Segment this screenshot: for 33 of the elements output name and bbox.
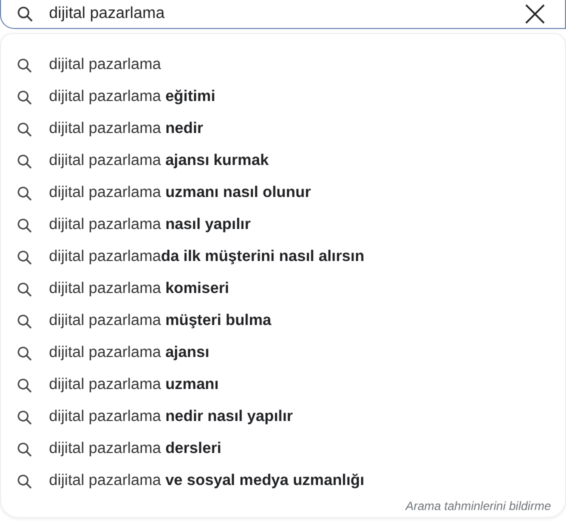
suggestion-item[interactable]: dijital pazarlama komiseri [1,273,565,305]
search-icon [17,58,32,72]
suggestion-item[interactable]: dijital pazarlama ve sosyal medya uzmanlığı [1,465,565,497]
search-icon [17,442,32,456]
search-icon [17,154,32,168]
report-link[interactable]: Arama tahminlerini bildirme [406,499,551,513]
search-icon [17,474,32,488]
close-icon[interactable] [525,4,545,24]
search-icon [17,218,32,232]
suggestion-item[interactable]: dijital pazarlama eğitimi [1,81,565,113]
suggestion-item[interactable]: dijital pazarlama uzmanı nasıl olunur [1,177,565,209]
suggestion-item[interactable]: dijital pazarlama ajansı [1,337,565,369]
suggestion-item[interactable]: dijital pazarlama müşteri bulma [1,305,565,337]
search-icon [17,250,32,264]
search-icon [17,186,32,200]
search-icon [17,346,32,360]
search-icon [17,90,32,104]
search-icon [17,314,32,328]
suggestion-item[interactable]: dijital pazarlama nasıl yapılır [1,209,565,241]
suggestion-item[interactable]: dijital pazarlama dersleri [1,433,565,465]
suggestion-item[interactable]: dijital pazarlama nedir nasıl yapılır [1,401,565,433]
search-icon [17,122,32,136]
search-input[interactable]: dijital pazarlama [49,5,517,23]
search-field[interactable]: dijital pazarlama [0,0,566,29]
search-icon [17,378,32,392]
search-icon [17,282,32,296]
suggestion-item[interactable]: dijital pazarlamada ilk müşterini nasıl alırsın [1,241,565,273]
suggestion-item[interactable]: dijital pazarlama nedir [1,113,565,145]
search-icon [17,6,33,22]
suggestion-item[interactable]: dijital pazarlama [1,49,565,81]
search-icon [17,410,32,424]
suggestion-item[interactable]: dijital pazarlama ajansı kurmak [1,145,565,177]
suggestion-item[interactable]: dijital pazarlama uzmanı [1,369,565,401]
